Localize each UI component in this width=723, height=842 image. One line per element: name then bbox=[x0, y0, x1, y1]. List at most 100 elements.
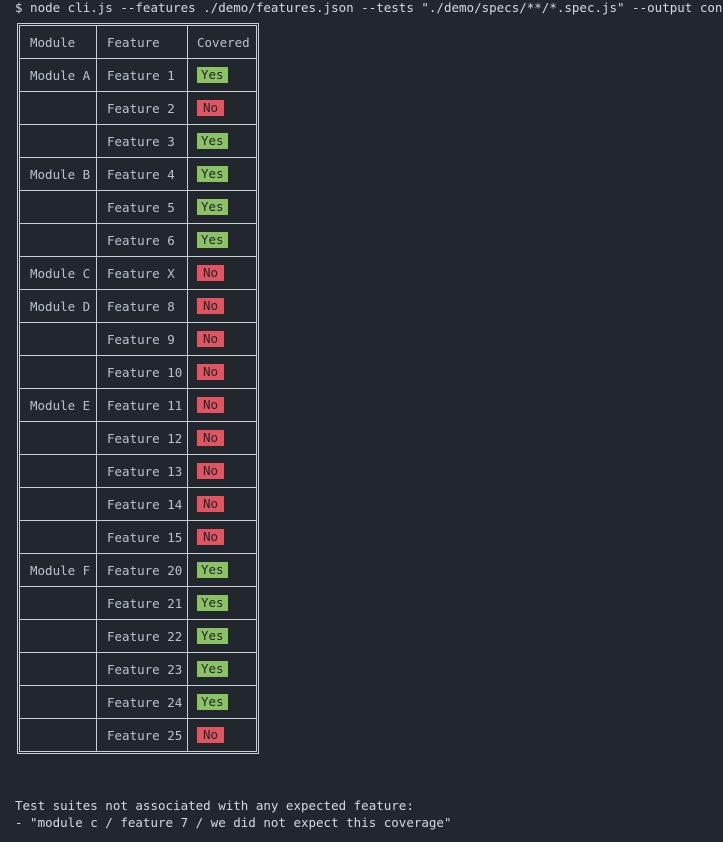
table-row: Feature 9 No bbox=[19, 322, 257, 356]
cell-feature: Feature X bbox=[96, 256, 188, 290]
cell-feature: Feature 3 bbox=[96, 124, 188, 158]
cell-covered: No bbox=[187, 487, 257, 521]
covered-no-badge: No bbox=[197, 463, 225, 479]
cell-covered: No bbox=[187, 322, 257, 356]
table-row: Module D Feature 8 No bbox=[19, 289, 257, 323]
cell-covered: No bbox=[187, 718, 257, 752]
cell-covered: No bbox=[187, 91, 257, 125]
cell-covered: Yes bbox=[187, 223, 257, 257]
cell-feature: Feature 24 bbox=[96, 685, 188, 719]
cell-covered: Yes bbox=[187, 58, 257, 92]
covered-yes-badge: Yes bbox=[197, 133, 228, 149]
cell-feature: Feature 14 bbox=[96, 487, 188, 521]
table-row: Feature 24 Yes bbox=[19, 685, 257, 719]
table-row: Feature 14 No bbox=[19, 487, 257, 521]
cell-covered: Yes bbox=[187, 124, 257, 158]
header-feature: Feature bbox=[96, 25, 188, 59]
covered-yes-badge: Yes bbox=[197, 628, 228, 644]
table-row: Feature 10 No bbox=[19, 355, 257, 389]
cell-covered: Yes bbox=[187, 157, 257, 191]
cell-module bbox=[19, 322, 97, 356]
cell-module bbox=[19, 421, 97, 455]
table-row: Feature 21 Yes bbox=[19, 586, 257, 620]
cell-module bbox=[19, 487, 97, 521]
cell-covered: Yes bbox=[187, 553, 257, 587]
command-line: $ node cli.js --features ./demo/features… bbox=[15, 0, 723, 15]
cell-module bbox=[19, 454, 97, 488]
covered-no-badge: No bbox=[197, 265, 225, 281]
cell-module bbox=[19, 520, 97, 554]
covered-no-badge: No bbox=[197, 727, 225, 743]
table-row: Feature 25 No bbox=[19, 718, 257, 752]
cell-covered: Yes bbox=[187, 190, 257, 224]
table-header-row: Module Feature Covered bbox=[19, 25, 257, 59]
table-row: Feature 23 Yes bbox=[19, 652, 257, 686]
table-row: Module B Feature 4 Yes bbox=[19, 157, 257, 191]
cell-covered: Yes bbox=[187, 619, 257, 653]
cell-module bbox=[19, 685, 97, 719]
covered-yes-badge: Yes bbox=[197, 67, 228, 83]
table-row: Feature 12 No bbox=[19, 421, 257, 455]
cell-covered: No bbox=[187, 355, 257, 389]
unassociated-item: - "module c / feature 7 / we did not exp… bbox=[15, 815, 452, 830]
cell-feature: Feature 11 bbox=[96, 388, 188, 422]
table-row: Feature 3 Yes bbox=[19, 124, 257, 158]
cell-covered: No bbox=[187, 520, 257, 554]
cell-module bbox=[19, 355, 97, 389]
covered-yes-badge: Yes bbox=[197, 199, 228, 215]
cell-covered: No bbox=[187, 388, 257, 422]
table-row: Module A Feature 1 Yes bbox=[19, 58, 257, 92]
cell-module: Module B bbox=[19, 157, 97, 191]
cell-module: Module D bbox=[19, 289, 97, 323]
table-row: Feature 15 No bbox=[19, 520, 257, 554]
cell-feature: Feature 6 bbox=[96, 223, 188, 257]
covered-no-badge: No bbox=[197, 397, 225, 413]
covered-no-badge: No bbox=[197, 529, 225, 545]
header-module: Module bbox=[19, 25, 97, 59]
cell-covered: No bbox=[187, 421, 257, 455]
cell-module bbox=[19, 124, 97, 158]
covered-yes-badge: Yes bbox=[197, 661, 228, 677]
cell-covered: No bbox=[187, 289, 257, 323]
covered-no-badge: No bbox=[197, 331, 225, 347]
cell-feature: Feature 21 bbox=[96, 586, 188, 620]
covered-no-badge: No bbox=[197, 100, 225, 116]
cell-module bbox=[19, 619, 97, 653]
table-body: Module A Feature 1 Yes Feature 2 No Feature 3… bbox=[19, 58, 257, 752]
covered-no-badge: No bbox=[197, 430, 225, 446]
cell-module: Module A bbox=[19, 58, 97, 92]
coverage-table-frame: Module Feature Covered Module A Feature 1… bbox=[17, 23, 259, 754]
cell-module bbox=[19, 223, 97, 257]
table-row: Feature 5 Yes bbox=[19, 190, 257, 224]
table-row: Feature 2 No bbox=[19, 91, 257, 125]
covered-yes-badge: Yes bbox=[197, 595, 228, 611]
cell-module bbox=[19, 91, 97, 125]
covered-no-badge: No bbox=[197, 298, 225, 314]
covered-yes-badge: Yes bbox=[197, 562, 228, 578]
cell-module bbox=[19, 190, 97, 224]
cell-feature: Feature 5 bbox=[96, 190, 188, 224]
cell-covered: Yes bbox=[187, 652, 257, 686]
cell-feature: Feature 23 bbox=[96, 652, 188, 686]
cell-module bbox=[19, 652, 97, 686]
cell-feature: Feature 20 bbox=[96, 553, 188, 587]
cell-covered: No bbox=[187, 256, 257, 290]
cell-module: Module E bbox=[19, 388, 97, 422]
cell-module bbox=[19, 718, 97, 752]
cell-module: Module C bbox=[19, 256, 97, 290]
cell-feature: Feature 1 bbox=[96, 58, 188, 92]
cell-feature: Feature 9 bbox=[96, 322, 188, 356]
terminal-window: $ node cli.js --features ./demo/features… bbox=[0, 0, 723, 842]
unassociated-heading: Test suites not associated with any expe… bbox=[15, 798, 414, 813]
header-covered: Covered bbox=[187, 25, 257, 59]
cell-feature: Feature 15 bbox=[96, 520, 188, 554]
cell-feature: Feature 13 bbox=[96, 454, 188, 488]
table-row: Module C Feature X No bbox=[19, 256, 257, 290]
cell-covered: No bbox=[187, 454, 257, 488]
table-row: Feature 13 No bbox=[19, 454, 257, 488]
table-row: Feature 6 Yes bbox=[19, 223, 257, 257]
covered-yes-badge: Yes bbox=[197, 232, 228, 248]
cell-feature: Feature 22 bbox=[96, 619, 188, 653]
cell-feature: Feature 12 bbox=[96, 421, 188, 455]
covered-no-badge: No bbox=[197, 496, 225, 512]
